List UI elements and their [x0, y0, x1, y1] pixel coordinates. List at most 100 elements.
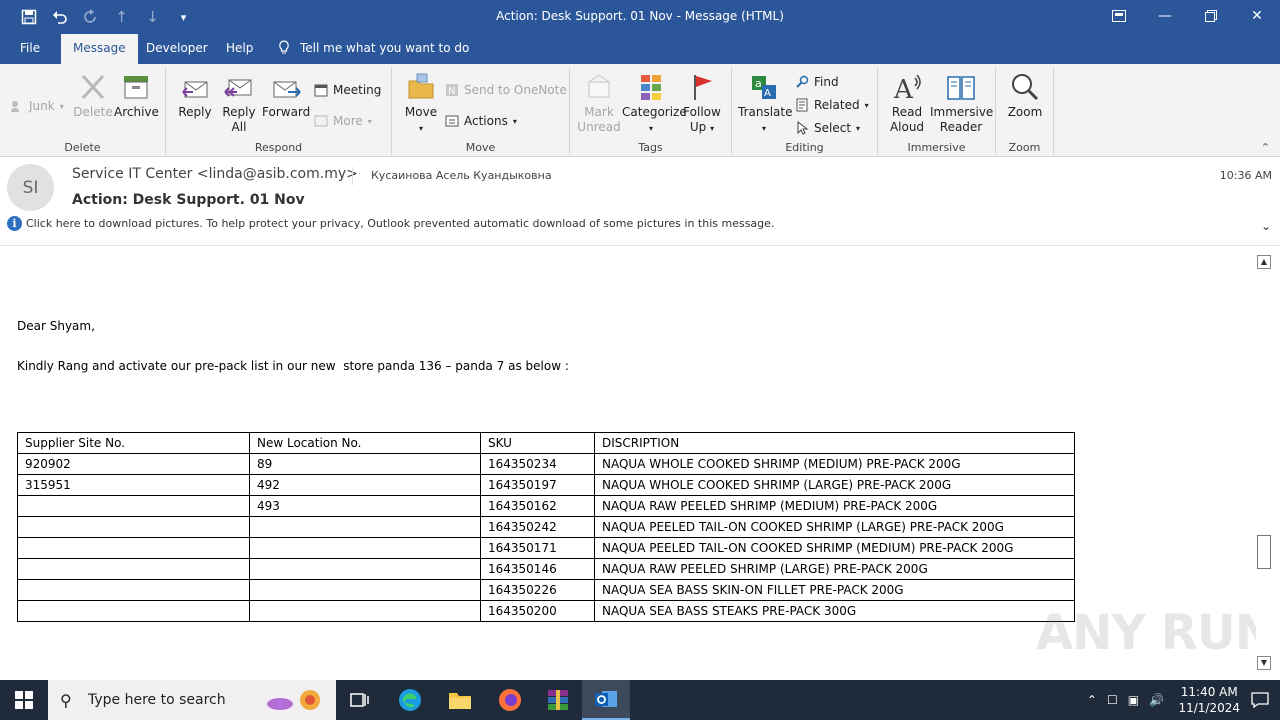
read-aloud-button[interactable]: A Read Aloud [884, 72, 930, 135]
minimize-icon[interactable]: — [1142, 0, 1188, 32]
reply-button[interactable]: Reply [174, 72, 216, 120]
move-group-label: Move [465, 141, 496, 154]
sender[interactable]: Service IT Center <linda@asib.com.my> [72, 166, 358, 182]
table-cell: 164350200 [480, 600, 595, 622]
more-icon [314, 115, 328, 127]
table-cell [17, 558, 250, 580]
archive-button[interactable]: Archive [114, 72, 159, 120]
table-row: 164350226 NAQUA SEA BASS SKIN-ON FILLET P… [17, 579, 1075, 601]
junk-button[interactable]: Junk ▾ [10, 96, 64, 116]
volume-icon[interactable]: 🔊 [1149, 693, 1164, 707]
find-icon [796, 75, 809, 88]
avatar[interactable]: SI [7, 164, 54, 211]
search-placeholder: Type here to search [88, 692, 226, 708]
edge-icon[interactable] [386, 680, 434, 720]
clock-date: 11/1/2024 [1178, 701, 1240, 715]
tags-group: Mark Unread Categorize ▾ Follow Up ▾ Tags [570, 68, 732, 155]
zoom-magnifier-icon [1012, 74, 1039, 101]
restore-icon[interactable] [1188, 0, 1234, 32]
winrar-icon[interactable] [534, 680, 582, 720]
move-button[interactable]: Move ▾ [400, 72, 442, 136]
table-cell [17, 516, 250, 538]
picture-download-infobar[interactable]: i Click here to download pictures. To he… [0, 213, 1280, 246]
translate-button[interactable]: aA Translate ▾ [738, 72, 793, 136]
table-header-cell: SKU [480, 432, 595, 454]
categorize-button[interactable]: Categorize ▾ [622, 72, 687, 136]
recipient[interactable]: Кусаинова Асель Куандыковна [352, 167, 552, 185]
more-button[interactable]: More ▾ [314, 111, 372, 131]
table-row: 164350200 NAQUA SEA BASS STEAKS PRE-PACK … [17, 600, 1075, 622]
follow-up-button[interactable]: Follow Up ▾ [680, 72, 724, 136]
table-cell: 164350226 [480, 579, 595, 601]
scroll-down-icon[interactable]: ▼ [1257, 656, 1271, 670]
lightbulb-icon [279, 40, 289, 54]
body-paragraph: Kindly Rang and activate our pre-pack li… [17, 359, 569, 373]
meeting-button[interactable]: Meeting [314, 80, 381, 100]
tab-help[interactable]: Help [214, 34, 265, 64]
select-button[interactable]: Select ▾ [795, 118, 860, 138]
table-cell: NAQUA SEA BASS STEAKS PRE-PACK 300G [594, 600, 1075, 622]
forward-button[interactable]: Forward [262, 72, 310, 120]
immersive-reader-icon [947, 76, 975, 100]
reply-all-icon [224, 79, 252, 97]
mark-unread-button[interactable]: Mark Unread [576, 72, 622, 135]
zoom-group: Zoom Zoom [996, 68, 1054, 155]
zoom-button[interactable]: Zoom [1002, 72, 1048, 120]
table-cell: NAQUA PEELED TAIL-ON COOKED SHRIMP (MEDI… [594, 537, 1075, 559]
svg-text:A: A [893, 75, 914, 102]
outlook-icon[interactable] [582, 680, 630, 720]
table-cell: NAQUA RAW PEELED SHRIMP (LARGE) PRE-PACK… [594, 558, 1075, 580]
table-row: 920902 89 164350234 NAQUA WHOLE COOKED SHRI… [17, 453, 1075, 475]
scroll-up-icon[interactable]: ▲ [1257, 255, 1271, 269]
firefox-icon[interactable] [486, 680, 534, 720]
onenote-icon: N [446, 84, 458, 97]
taskbar-search[interactable]: ⚲ Type here to search [48, 680, 336, 720]
delete-group: Junk ▾ Delete Archive Delete [0, 68, 166, 155]
reply-all-button[interactable]: Reply All [218, 72, 260, 135]
collapse-ribbon-icon[interactable]: ⌃ [1261, 141, 1270, 154]
table-cell [249, 537, 481, 559]
move-group: Move ▾ N Send to OneNote Actions ▾ Move [392, 68, 570, 155]
send-to-onenote-button[interactable]: N Send to OneNote [445, 80, 567, 100]
prepack-table: Supplier Site No. New Location No. SKU DISC… [17, 432, 1075, 622]
calendar-icon [314, 84, 328, 97]
vertical-scrollbar[interactable]: ▲ ▼ [1256, 255, 1272, 670]
greeting: Dear Shyam, [17, 319, 95, 333]
immersive-reader-button[interactable]: Immersive Reader [930, 72, 993, 135]
taskbar: ⚲ Type here to search ⌃ ☐ ▣ 🔊 11:40 AM 1… [0, 680, 1280, 720]
actions-button[interactable]: Actions ▾ [445, 111, 517, 131]
table-cell: 89 [249, 453, 481, 475]
notification-icon[interactable] [1240, 680, 1280, 720]
ribbon-tabs: File Message Developer Help Tell me what… [0, 34, 1280, 64]
tell-me-box[interactable]: Tell me what you want to do [270, 34, 481, 64]
scroll-thumb[interactable] [1257, 535, 1271, 569]
delete-button[interactable]: Delete [72, 72, 114, 120]
infobar-text[interactable]: Click here to download pictures. To help… [26, 217, 774, 230]
chevron-down-icon[interactable]: ⌄ [1261, 219, 1271, 233]
file-explorer-icon[interactable] [436, 680, 484, 720]
task-view-icon[interactable] [336, 680, 384, 720]
network-icon[interactable]: ▣ [1128, 693, 1139, 707]
taskbar-clock[interactable]: 11:40 AM 11/1/2024 [1178, 684, 1240, 716]
ribbon-display-options-icon[interactable] [1096, 0, 1142, 32]
tab-file[interactable]: File [8, 34, 52, 64]
select-cursor-icon [797, 121, 809, 135]
find-button[interactable]: Find [795, 72, 839, 92]
tags-group-label: Tags [638, 141, 663, 154]
table-cell [249, 516, 481, 538]
table-cell: NAQUA PEELED TAIL-ON COOKED SHRIMP (LARG… [594, 516, 1075, 538]
tab-message[interactable]: Message [61, 34, 138, 64]
message-subject: Action: Desk Support. 01 Nov [72, 192, 305, 208]
close-icon[interactable]: ✕ [1234, 0, 1280, 32]
table-header-cell: Supplier Site No. [17, 432, 250, 454]
related-button[interactable]: Related ▾ [795, 95, 869, 115]
categorize-icon [641, 75, 661, 100]
show-hidden-icons-icon[interactable]: ⌃ [1087, 693, 1097, 707]
tab-developer[interactable]: Developer [134, 34, 220, 64]
table-cell: NAQUA RAW PEELED SHRIMP (MEDIUM) PRE-PAC… [594, 495, 1075, 517]
start-button[interactable] [0, 680, 48, 720]
svg-text:A: A [764, 88, 771, 99]
table-row: 315951 492 164350197 NAQUA WHOLE COOKED SHR… [17, 474, 1075, 496]
clock-time: 11:40 AM [1180, 685, 1238, 699]
meet-now-icon[interactable]: ☐ [1107, 693, 1118, 707]
